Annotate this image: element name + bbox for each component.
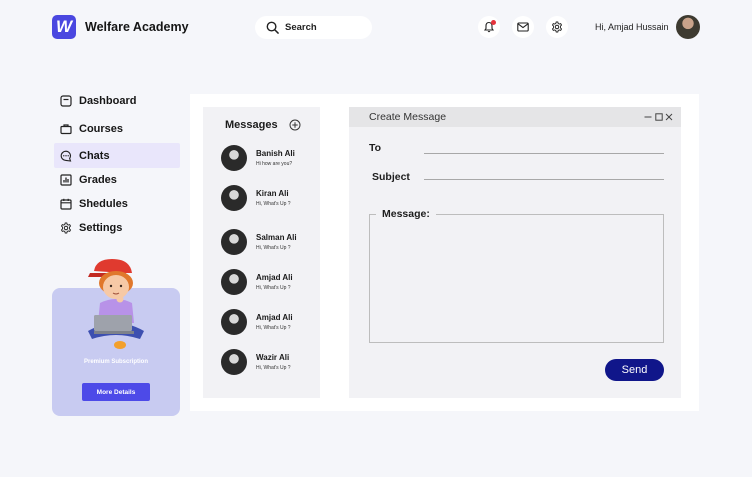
to-label: To <box>369 142 382 154</box>
sidebar-item-label: Chats <box>79 149 110 162</box>
message-preview: Hi, What's Up ? <box>256 285 291 291</box>
grades-icon <box>60 173 72 186</box>
brand-name: Welfare Academy <box>85 20 189 34</box>
promo-text: Premium Subscription <box>83 359 148 365</box>
chat-item[interactable]: Kiran Ali Hi, What's Up ? <box>221 185 321 212</box>
chat-icon <box>60 150 72 162</box>
sidebar-item-label: Settings <box>79 221 123 234</box>
sidebar-item-chats[interactable]: Chats <box>54 143 180 168</box>
sidebar-item-grades[interactable]: Grades <box>54 167 180 192</box>
contact-name: Amjad Ali <box>256 313 293 322</box>
contact-name: Banish Ali <box>256 149 295 158</box>
subject-field[interactable] <box>424 179 664 180</box>
chat-item[interactable]: Amjad Ali Hi, What's Up ? <box>221 309 321 336</box>
sidebar-item-label: Grades <box>79 173 117 186</box>
to-field[interactable] <box>424 153 664 154</box>
contact-name: Salman Ali <box>256 233 297 242</box>
maximize-icon[interactable] <box>655 113 663 121</box>
brand-logo[interactable]: W <box>52 15 76 39</box>
chat-item[interactable]: Amjad Ali Hi, What's Up ? <box>221 269 321 296</box>
sidebar-item-label: Shedules <box>79 197 128 210</box>
notification-button[interactable] <box>478 16 500 38</box>
search-label: Search <box>285 22 317 33</box>
contact-avatar <box>221 185 247 211</box>
contact-avatar <box>221 349 247 375</box>
contact-name: Amjad Ali <box>256 273 293 282</box>
message-body-field[interactable] <box>369 214 664 343</box>
calendar-icon <box>60 198 72 210</box>
dashboard-icon <box>60 94 72 107</box>
contact-avatar <box>221 269 247 295</box>
user-greeting: Hi, Amjad Hussain <box>595 22 669 32</box>
message-preview: Hi, What's Up ? <box>256 325 291 331</box>
search-icon <box>266 21 279 34</box>
kid-laptop-illustration <box>88 259 144 349</box>
contact-avatar <box>221 229 247 255</box>
chat-item[interactable]: Banish Ali Hi how are you? <box>221 145 321 172</box>
sidebar-item-settings[interactable]: Settings <box>54 215 180 240</box>
message-preview: Hi, What's Up ? <box>256 245 291 251</box>
message-preview: Hi, What's Up ? <box>256 201 291 207</box>
sidebar-item-label: Dashboard <box>79 94 137 107</box>
mail-button[interactable] <box>512 16 534 38</box>
sidebar-item-shedules[interactable]: Shedules <box>54 191 180 216</box>
user-avatar[interactable] <box>676 15 700 39</box>
search-bar[interactable]: Search <box>255 16 372 39</box>
notification-dot <box>491 20 496 25</box>
briefcase-icon <box>60 123 72 134</box>
contact-avatar <box>221 145 247 171</box>
gear-icon <box>552 21 562 33</box>
gear-icon <box>61 222 71 233</box>
close-icon[interactable] <box>665 113 673 121</box>
chat-item[interactable]: Salman Ali Hi, What's Up ? <box>221 229 321 256</box>
mail-icon <box>517 22 529 32</box>
contact-avatar <box>221 309 247 335</box>
settings-button[interactable] <box>546 16 568 38</box>
message-preview: Hi, What's Up ? <box>256 365 291 371</box>
window-title: Create Message <box>369 111 447 123</box>
chat-item[interactable]: Wazir Ali Hi, What's Up ? <box>221 349 321 376</box>
send-button[interactable]: Send <box>605 359 664 381</box>
sidebar-item-courses[interactable]: Courses <box>54 116 180 141</box>
minimize-icon[interactable] <box>644 113 652 121</box>
sidebar-item-dashboard[interactable]: Dashboard <box>54 88 180 113</box>
message-preview: Hi how are you? <box>256 161 293 167</box>
sidebar-item-label: Courses <box>79 122 124 135</box>
contact-name: Kiran Ali <box>256 189 289 198</box>
add-message-icon[interactable] <box>289 119 301 131</box>
contact-name: Wazir Ali <box>256 353 290 362</box>
more-details-button[interactable]: More Details <box>82 383 150 401</box>
subject-label: Subject <box>372 171 410 183</box>
messages-title: Messages <box>225 119 278 131</box>
message-label: Message: <box>376 208 436 220</box>
